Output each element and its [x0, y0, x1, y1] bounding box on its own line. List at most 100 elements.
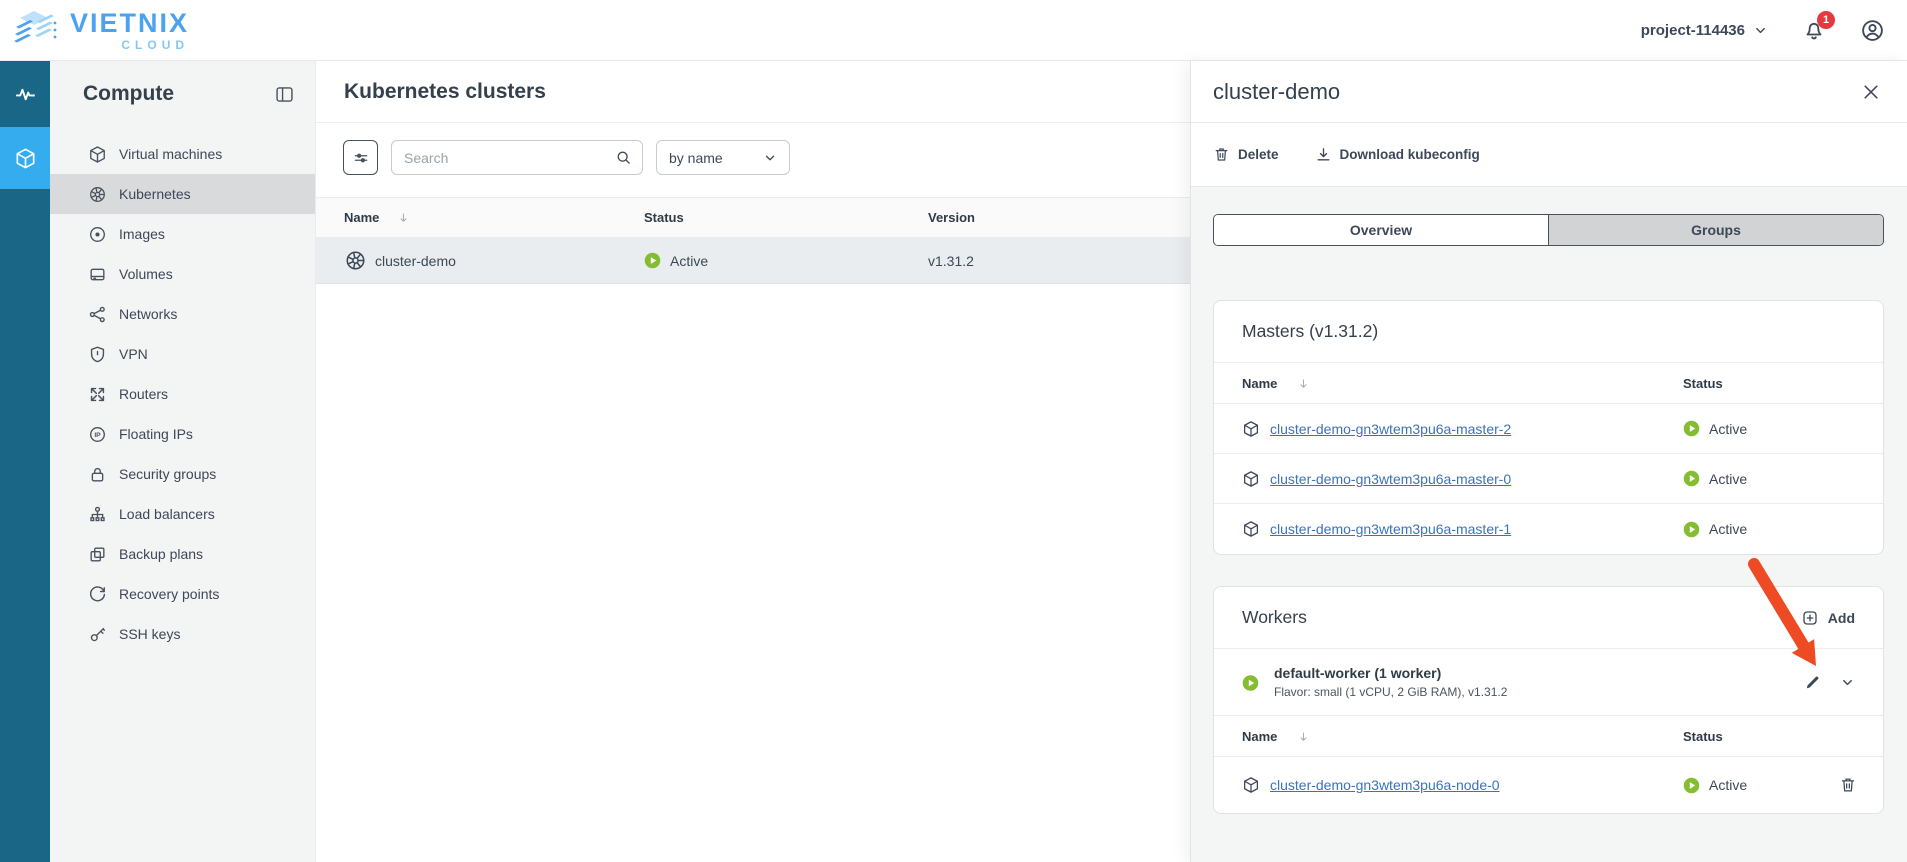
sort-down-icon	[397, 211, 410, 224]
masters-card: Masters (v1.31.2) Name Status cluster-de…	[1213, 300, 1884, 555]
main-content: Kubernetes clusters by name Name	[316, 61, 1190, 862]
master-row: cluster-demo-gn3wtem3pu6a-master-0 Activ…	[1214, 454, 1883, 504]
masters-title: Masters (v1.31.2)	[1242, 321, 1378, 342]
compute-sidebar: Compute Virtual machines Kubernetes Imag…	[50, 61, 316, 862]
brand-name: VIETNIX	[70, 10, 189, 37]
master-row: cluster-demo-gn3wtem3pu6a-master-1 Activ…	[1214, 504, 1883, 554]
master-node-link[interactable]: cluster-demo-gn3wtem3pu6a-master-0	[1270, 471, 1511, 487]
brand-logo[interactable]: VIETNIX CLOUD	[10, 8, 189, 52]
status-label: Active	[670, 253, 708, 269]
col-header-version[interactable]: Version	[928, 210, 1190, 225]
close-icon[interactable]	[1861, 82, 1881, 102]
trash-icon	[1213, 146, 1230, 163]
download-kubeconfig-button[interactable]: Download kubeconfig	[1315, 146, 1480, 163]
tab-groups[interactable]: Groups	[1548, 215, 1883, 245]
app-window: VIETNIX CLOUD project-114436 1	[0, 0, 1907, 862]
master-row: cluster-demo-gn3wtem3pu6a-master-2 Activ…	[1214, 404, 1883, 454]
nodes-icon	[88, 305, 107, 324]
server-cube-icon	[1242, 470, 1260, 488]
chevron-down-icon[interactable]	[1840, 675, 1855, 690]
worker-node-row: cluster-demo-gn3wtem3pu6a-node-0 Active	[1214, 757, 1883, 813]
status-active-icon	[644, 252, 661, 269]
workers-card: Workers Add default-worker (1 worker) Fl…	[1213, 586, 1884, 814]
delete-node-trash-icon[interactable]	[1839, 776, 1857, 794]
sidebar-item-networks[interactable]: Networks	[50, 294, 315, 334]
sidebar-item-recovery-points[interactable]: Recovery points	[50, 574, 315, 614]
sort-down-icon	[1297, 730, 1310, 743]
add-worker-button[interactable]: Add	[1801, 609, 1855, 627]
sort-select-value: by name	[669, 150, 723, 166]
sidebar-item-images[interactable]: Images	[50, 214, 315, 254]
lock-icon	[88, 465, 107, 484]
master-node-link[interactable]: cluster-demo-gn3wtem3pu6a-master-1	[1270, 521, 1511, 537]
helm-wheel-icon	[344, 249, 367, 272]
notification-badge: 1	[1817, 11, 1835, 29]
col-header-status[interactable]: Status	[644, 210, 928, 225]
helm-wheel-icon	[88, 185, 107, 204]
cluster-name: cluster-demo	[375, 253, 456, 269]
sliders-icon	[352, 149, 370, 167]
notifications-button[interactable]: 1	[1802, 18, 1826, 42]
sidebar-item-security-groups[interactable]: Security groups	[50, 454, 315, 494]
worker-group-name: default-worker (1 worker)	[1274, 665, 1789, 681]
sidebar-item-load-balancers[interactable]: Load balancers	[50, 494, 315, 534]
rail-item-activity[interactable]	[0, 63, 50, 125]
project-label: project-114436	[1641, 22, 1745, 39]
sort-down-icon	[1297, 377, 1310, 390]
panel-tabs: Overview Groups	[1213, 214, 1884, 246]
icon-rail	[0, 61, 50, 862]
col-header-status[interactable]: Status	[1683, 376, 1883, 391]
status-active-icon	[1683, 420, 1700, 437]
sidebar-item-volumes[interactable]: Volumes	[50, 254, 315, 294]
rail-item-compute[interactable]	[0, 127, 50, 189]
top-header: VIETNIX CLOUD project-114436 1	[0, 0, 1907, 60]
download-icon	[1315, 146, 1332, 163]
search-icon[interactable]	[615, 149, 632, 166]
brand-stack-icon	[10, 8, 62, 52]
collapse-sidebar-icon[interactable]	[274, 84, 295, 105]
workers-title: Workers	[1242, 607, 1307, 628]
sidebar-item-ssh-keys[interactable]: SSH keys	[50, 614, 315, 654]
col-header-name[interactable]: Name	[1242, 376, 1277, 391]
cluster-detail-panel: cluster-demo Delete Download kubeconfig …	[1190, 61, 1907, 862]
sort-select[interactable]: by name	[656, 140, 790, 175]
tab-overview[interactable]: Overview	[1214, 215, 1548, 245]
edit-pencil-icon[interactable]	[1804, 674, 1821, 691]
status-active-icon	[1683, 470, 1700, 487]
chevron-down-icon	[763, 151, 777, 165]
sidebar-item-backup-plans[interactable]: Backup plans	[50, 534, 315, 574]
master-node-link[interactable]: cluster-demo-gn3wtem3pu6a-master-2	[1270, 421, 1511, 437]
search-box	[391, 140, 643, 175]
chevron-down-icon	[1753, 23, 1768, 38]
sidebar-title: Compute	[83, 82, 174, 106]
sidebar-item-virtual-machines[interactable]: Virtual machines	[50, 134, 315, 174]
cluster-row[interactable]: cluster-demo Active v1.31.2	[316, 238, 1190, 284]
col-header-name[interactable]: Name	[1242, 729, 1277, 744]
swap-arrows-icon	[88, 385, 107, 404]
cluster-version: v1.31.2	[928, 253, 1190, 269]
cube-icon	[88, 145, 107, 164]
user-avatar-button[interactable]	[1860, 18, 1885, 43]
status-active-icon	[1242, 674, 1259, 691]
clusters-table: Name Status Version cluster-demo Active	[316, 197, 1190, 284]
project-selector[interactable]: project-114436	[1641, 22, 1768, 39]
filter-button[interactable]	[343, 140, 378, 175]
sidebar-item-routers[interactable]: Routers	[50, 374, 315, 414]
status-active-icon	[1683, 777, 1700, 794]
worker-node-link[interactable]: cluster-demo-gn3wtem3pu6a-node-0	[1270, 777, 1500, 793]
plus-square-icon	[1801, 609, 1819, 627]
key-icon	[88, 625, 107, 644]
disc-icon	[88, 225, 107, 244]
cube-icon	[14, 147, 37, 170]
brand-sub: CLOUD	[121, 39, 189, 51]
sidebar-item-floating-ips[interactable]: Floating IPs	[50, 414, 315, 454]
col-header-status[interactable]: Status	[1683, 729, 1883, 744]
shield-icon	[88, 345, 107, 364]
server-cube-icon	[1242, 520, 1260, 538]
col-header-name[interactable]: Name	[344, 210, 379, 225]
delete-button[interactable]: Delete	[1213, 146, 1279, 163]
sidebar-item-vpn[interactable]: VPN	[50, 334, 315, 374]
search-input[interactable]	[404, 150, 615, 166]
ip-circle-icon	[88, 425, 107, 444]
sidebar-item-kubernetes[interactable]: Kubernetes	[50, 174, 315, 214]
